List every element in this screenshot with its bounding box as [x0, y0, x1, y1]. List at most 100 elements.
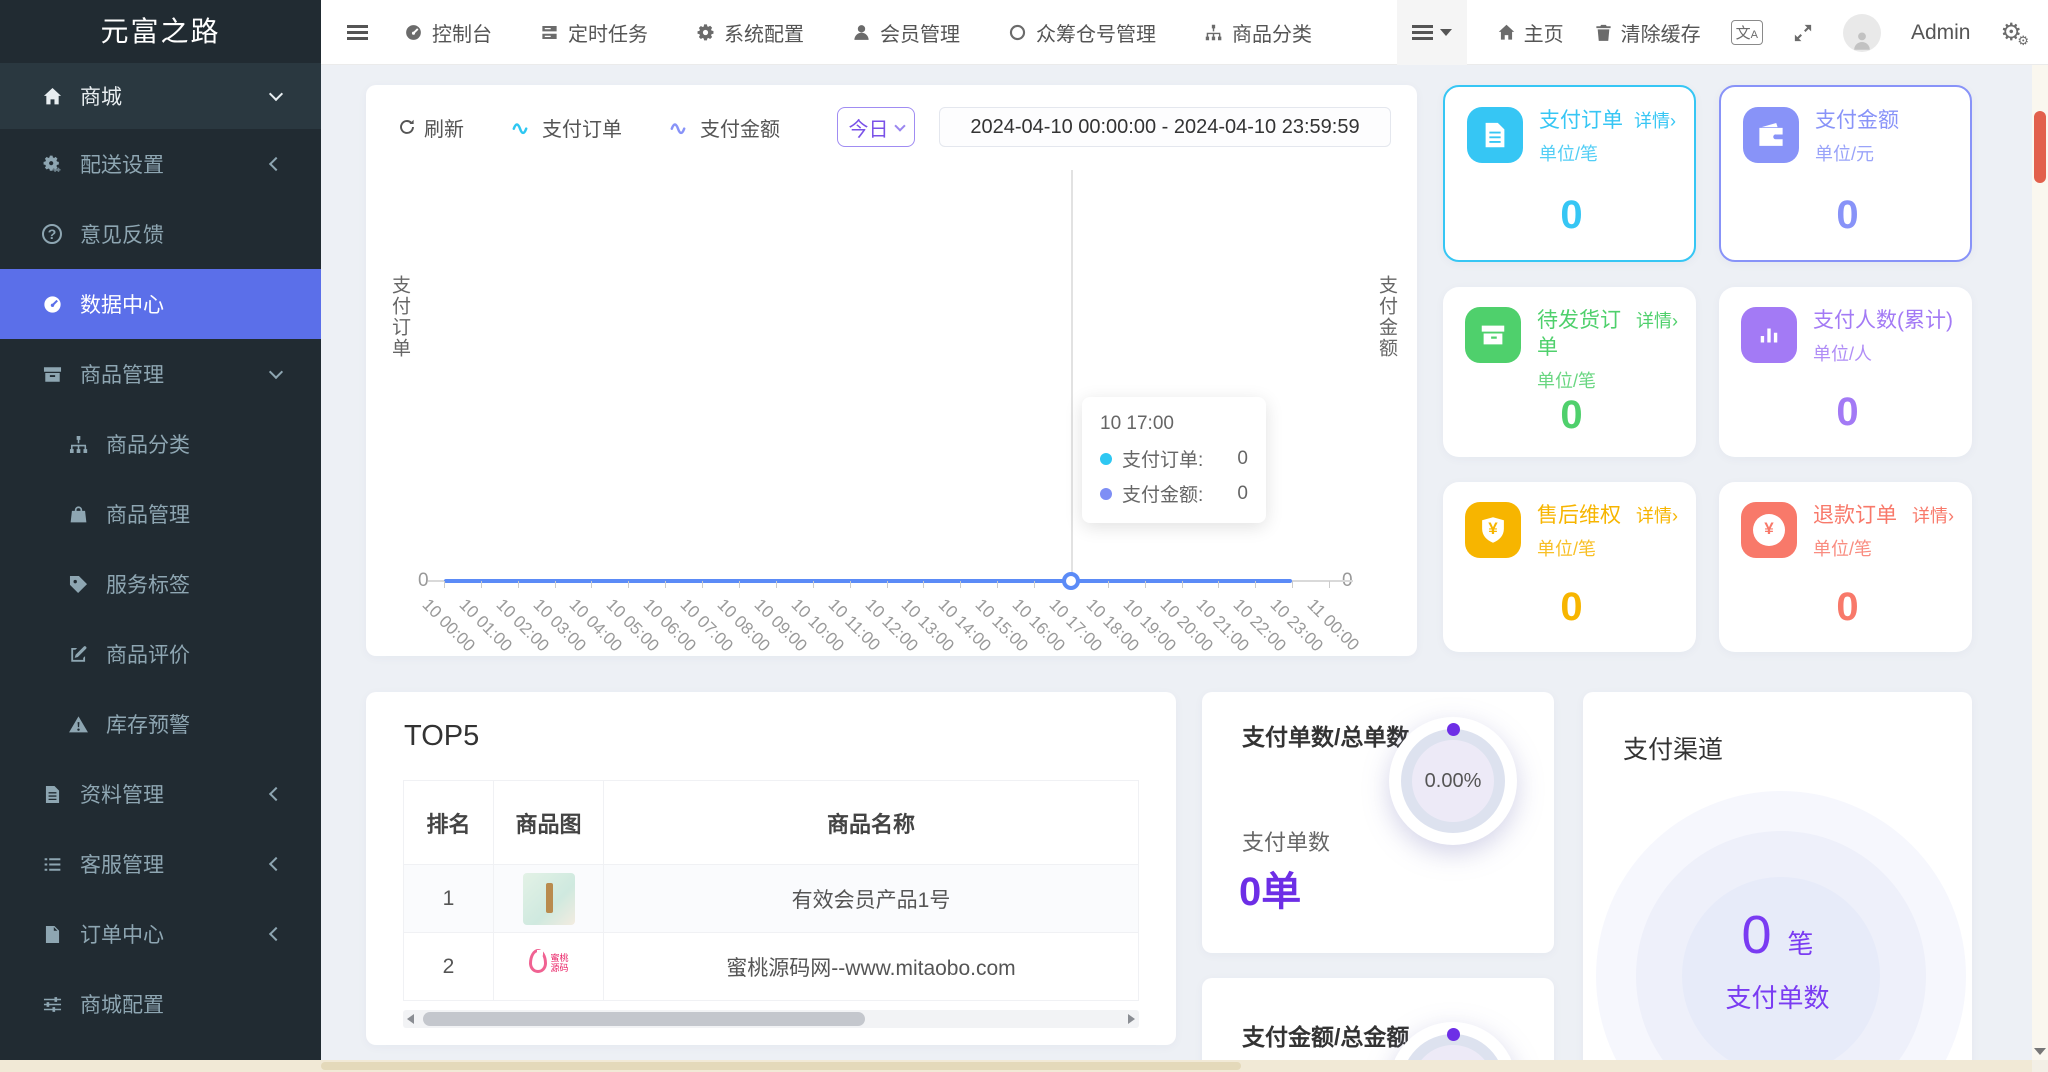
- scroll-down-arrow-icon[interactable]: [2034, 1048, 2046, 1055]
- fullscreen-icon[interactable]: [1793, 23, 1813, 43]
- main-content: 刷新 支付订单 支付金额 今日 2024-04-10 00:00:00 - 20…: [321, 65, 2048, 1072]
- sitemap-icon: [1204, 23, 1223, 42]
- scrollbar-thumb[interactable]: [321, 1062, 1241, 1070]
- chevron-down-icon: [269, 87, 283, 101]
- stat-value: 0: [1743, 193, 1952, 246]
- chevron-down-icon: [269, 365, 283, 379]
- nav-item-product-category[interactable]: 商品分类: [1204, 18, 1312, 47]
- gears-icon: [37, 154, 67, 175]
- page-horizontal-scrollbar[interactable]: [0, 1060, 2032, 1072]
- wave-icon: [506, 118, 534, 136]
- nav-home-link[interactable]: 主页: [1497, 18, 1564, 47]
- app-title: 元富之路: [0, 0, 321, 63]
- menu-icon: [1412, 25, 1433, 40]
- sidebar-item-product-manage-sub[interactable]: 商品管理: [0, 479, 321, 549]
- stat-card-paying-users: 支付人数(累计) 单位/人 0: [1719, 287, 1972, 457]
- nav-item-crowdfunding[interactable]: 众筹仓号管理: [1008, 18, 1156, 47]
- dashboard-icon: [37, 294, 67, 315]
- detail-link[interactable]: 详情›: [1636, 307, 1678, 333]
- y-axis-left-tick: 0: [418, 570, 429, 592]
- home-icon: [1497, 23, 1516, 42]
- table-row: 2 蜜桃源码 蜜桃源码网--www.mitaobo.com: [404, 933, 1139, 1001]
- sliders-icon: [37, 994, 67, 1015]
- legend-pay-orders[interactable]: 支付订单: [506, 113, 622, 142]
- nav-item-scheduled-tasks[interactable]: 定时任务: [540, 18, 648, 47]
- sidebar-item-mall[interactable]: 商城: [0, 63, 321, 129]
- table-row: 1 有效会员产品1号: [404, 865, 1139, 933]
- detail-link[interactable]: 详情›: [1636, 502, 1678, 528]
- sidebar-item-product-management[interactable]: 商品管理: [0, 339, 321, 409]
- tooltip-dot-cyan: [1100, 453, 1112, 465]
- sidebar-item-product-reviews[interactable]: 商品评价: [0, 619, 321, 689]
- chevron-left-icon: [269, 857, 283, 871]
- page-vertical-scrollbar[interactable]: [2032, 65, 2048, 1060]
- translate-icon[interactable]: 文A: [1731, 20, 1763, 45]
- donut-marker-dot: [1447, 1028, 1460, 1041]
- sidebar-item-delivery-settings[interactable]: 配送设置: [0, 129, 321, 199]
- nav-clear-cache-link[interactable]: 清除缓存: [1594, 18, 1701, 47]
- stat-card-after-sales: ¥ 售后维权 详情› 单位/笔 0: [1443, 482, 1696, 652]
- server-icon: [540, 23, 559, 42]
- sidebar-item-stock-warning[interactable]: 库存预警: [0, 689, 321, 759]
- chart-panel: 刷新 支付订单 支付金额 今日 2024-04-10 00:00:00 - 20…: [366, 85, 1417, 656]
- detail-link[interactable]: 详情›: [1912, 502, 1954, 528]
- file-icon: [37, 924, 67, 945]
- nav-item-member-management[interactable]: 会员管理: [852, 18, 960, 47]
- document-icon: [1467, 107, 1523, 163]
- archive-icon: [37, 364, 67, 385]
- nav-item-system-config[interactable]: 系统配置: [696, 18, 804, 47]
- stat-card-refund-orders: ¥ 退款订单 详情› 单位/笔 0: [1719, 482, 1972, 652]
- scrollbar-thumb[interactable]: [423, 1012, 865, 1026]
- refund-yen-icon: ¥: [1741, 502, 1797, 558]
- scroll-left-arrow-icon[interactable]: [407, 1014, 414, 1024]
- sidebar-item-service-tags[interactable]: 服务标签: [0, 549, 321, 619]
- detail-link[interactable]: 详情›: [1634, 107, 1676, 133]
- stat-value: 0: [1465, 585, 1678, 638]
- table-horizontal-scrollbar[interactable]: [403, 1010, 1139, 1028]
- range-today-button[interactable]: 今日: [837, 107, 915, 147]
- circle-icon: [1008, 23, 1027, 42]
- caret-down-icon: [894, 120, 905, 131]
- sidebar: 元富之路 商城 配送设置 ? 意见反馈 数据中心 商品管理 商品分类: [0, 0, 321, 1072]
- chart-controls: 刷新 支付订单 支付金额 今日 2024-04-10 00:00:00 - 20…: [398, 107, 1391, 147]
- sidebar-item-order-center[interactable]: 订单中心: [0, 899, 321, 969]
- column-header-rank: 排名: [404, 781, 494, 865]
- top5-table: 排名 商品图 商品名称 1 有效会员产品1号 2 蜜桃源码 蜜桃源码网--www…: [403, 780, 1139, 1001]
- refresh-button[interactable]: 刷新: [398, 113, 464, 142]
- username[interactable]: Admin: [1911, 21, 1971, 45]
- sidebar-item-material-management[interactable]: 资料管理: [0, 759, 321, 829]
- nav-item-console[interactable]: 控制台: [404, 18, 492, 47]
- sidebar-item-mall-config[interactable]: 商城配置: [0, 969, 321, 1039]
- sidebar-item-product-category[interactable]: 商品分类: [0, 409, 321, 479]
- settings-gears-icon[interactable]: ⚙: [2000, 18, 2022, 47]
- scrollbar-thumb[interactable]: [2034, 111, 2046, 183]
- trash-icon: [1594, 23, 1613, 42]
- stat-card-pay-amount: 支付金额 单位/元 0: [1719, 85, 1972, 262]
- date-range-input[interactable]: 2024-04-10 00:00:00 - 2024-04-10 23:59:5…: [939, 107, 1391, 147]
- tooltip-dot-purple: [1100, 488, 1112, 500]
- pay-amount-ratio-panel: 支付金额/总金额: [1202, 978, 1554, 1072]
- hamburger-icon[interactable]: [347, 25, 368, 40]
- sitemap-icon: [63, 434, 93, 455]
- sidebar-item-customer-service[interactable]: 客服管理: [0, 829, 321, 899]
- shield-yen-icon: ¥: [1465, 502, 1521, 558]
- menu-dropdown-button[interactable]: [1397, 0, 1467, 65]
- question-icon: ?: [37, 224, 67, 244]
- screen: 元富之路 商城 配送设置 ? 意见反馈 数据中心 商品管理 商品分类: [0, 0, 2048, 1072]
- sidebar-item-feedback[interactable]: ? 意见反馈: [0, 199, 321, 269]
- stat-value: 0: [1741, 585, 1954, 638]
- top-navbar: 控制台 定时任务 系统配置 会员管理 众筹仓号管理 商品分类: [321, 0, 2048, 65]
- bag-icon: [63, 504, 93, 525]
- avatar[interactable]: [1843, 14, 1881, 52]
- package-icon: [1465, 307, 1521, 363]
- nav-menu: 控制台 定时任务 系统配置 会员管理 众筹仓号管理 商品分类: [404, 18, 1312, 47]
- gear-icon: [696, 23, 715, 42]
- legend-pay-amount[interactable]: 支付金额: [664, 113, 780, 142]
- scroll-right-arrow-icon[interactable]: [1128, 1014, 1135, 1024]
- stat-card-pending-shipment: 待发货订单 详情› 单位/笔 0: [1443, 287, 1696, 457]
- y-axis-right-name: 支付金额: [1373, 275, 1400, 359]
- channel-center: 0 笔 支付单数: [1583, 904, 1972, 1015]
- chevron-left-icon: [269, 927, 283, 941]
- home-icon: [37, 86, 67, 107]
- sidebar-item-data-center[interactable]: 数据中心: [0, 269, 321, 339]
